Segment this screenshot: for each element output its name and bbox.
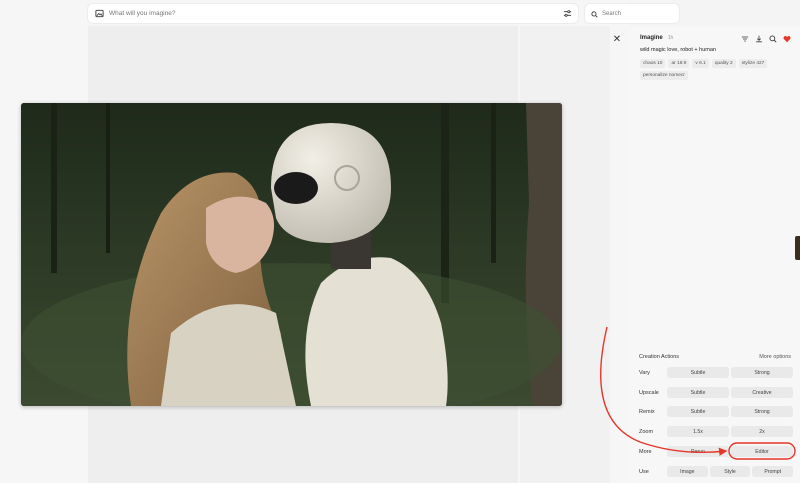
timestamp: 1h [667, 35, 674, 41]
generated-image[interactable] [21, 103, 562, 406]
zoom-row: Zoom 1.5x 2x [639, 426, 793, 437]
row-label: Zoom [639, 428, 654, 435]
upscale-subtle-button[interactable]: Subtle [667, 387, 729, 398]
close-button[interactable]: ✕ [611, 33, 623, 45]
tag-personalize: personalize nomecr [640, 71, 688, 80]
remix-subtle-button[interactable]: Subtle [667, 406, 729, 417]
more-row: More Rerun Editor [639, 446, 793, 457]
panel-title: Imagine [640, 35, 663, 41]
side-handle[interactable] [795, 236, 800, 260]
tag-stylize: stylize 427 [738, 59, 768, 68]
parameter-tags: chaos 10 ar 16:9 v 6.1 quality 2 stylize… [640, 59, 795, 80]
remix-strong-button[interactable]: Strong [731, 406, 793, 417]
tag-aspect-ratio: ar 16:9 [668, 59, 690, 68]
vary-strong-button[interactable]: Strong [731, 367, 793, 378]
row-label: Remix [639, 408, 655, 415]
search-input[interactable]: Search [602, 11, 621, 17]
filter-icon[interactable] [740, 34, 749, 43]
close-icon: ✕ [612, 33, 622, 45]
more-options-link[interactable]: More options [759, 354, 791, 360]
zoom-2x-button[interactable]: 2x [731, 426, 793, 437]
search-bar[interactable]: Search [585, 4, 679, 23]
use-style-button[interactable]: Style [709, 466, 751, 477]
heart-icon[interactable] [782, 34, 791, 43]
remix-row: Remix Subtle Strong [639, 406, 793, 417]
row-label: Use [639, 468, 649, 475]
settings-sliders-icon[interactable] [562, 9, 572, 19]
rerun-button[interactable]: Rerun [667, 446, 729, 457]
image-icon[interactable] [94, 9, 104, 19]
use-image-button[interactable]: Image [667, 466, 708, 477]
upscale-row: Upscale Subtle Creative [639, 387, 793, 398]
row-label: Upscale [639, 389, 659, 396]
row-label: More [639, 448, 652, 455]
tag-chaos: chaos 10 [640, 59, 666, 68]
prompt-input[interactable] [109, 10, 562, 17]
download-icon[interactable] [754, 34, 763, 43]
editor-button[interactable]: Editor [731, 446, 793, 457]
tag-quality: quality 2 [711, 59, 736, 68]
search-icon [591, 5, 598, 23]
vary-subtle-button[interactable]: Subtle [667, 367, 729, 378]
row-label: Vary [639, 369, 650, 376]
search-icon[interactable] [768, 34, 777, 43]
upscale-creative-button[interactable]: Creative [731, 387, 793, 398]
creation-actions-title: Creation Actions [639, 354, 680, 360]
vary-row: Vary Subtle Strong [639, 367, 793, 378]
tag-version: v 6.1 [692, 59, 709, 68]
use-prompt-button[interactable]: Prompt [752, 466, 794, 477]
zoom-1-5x-button[interactable]: 1.5x [667, 426, 729, 437]
prompt-text[interactable]: wild magic love, robot + human [640, 47, 716, 53]
prompt-bar[interactable] [88, 4, 578, 23]
use-row: Use Image Style Prompt [639, 466, 794, 477]
forest-scene-picture [21, 103, 562, 406]
